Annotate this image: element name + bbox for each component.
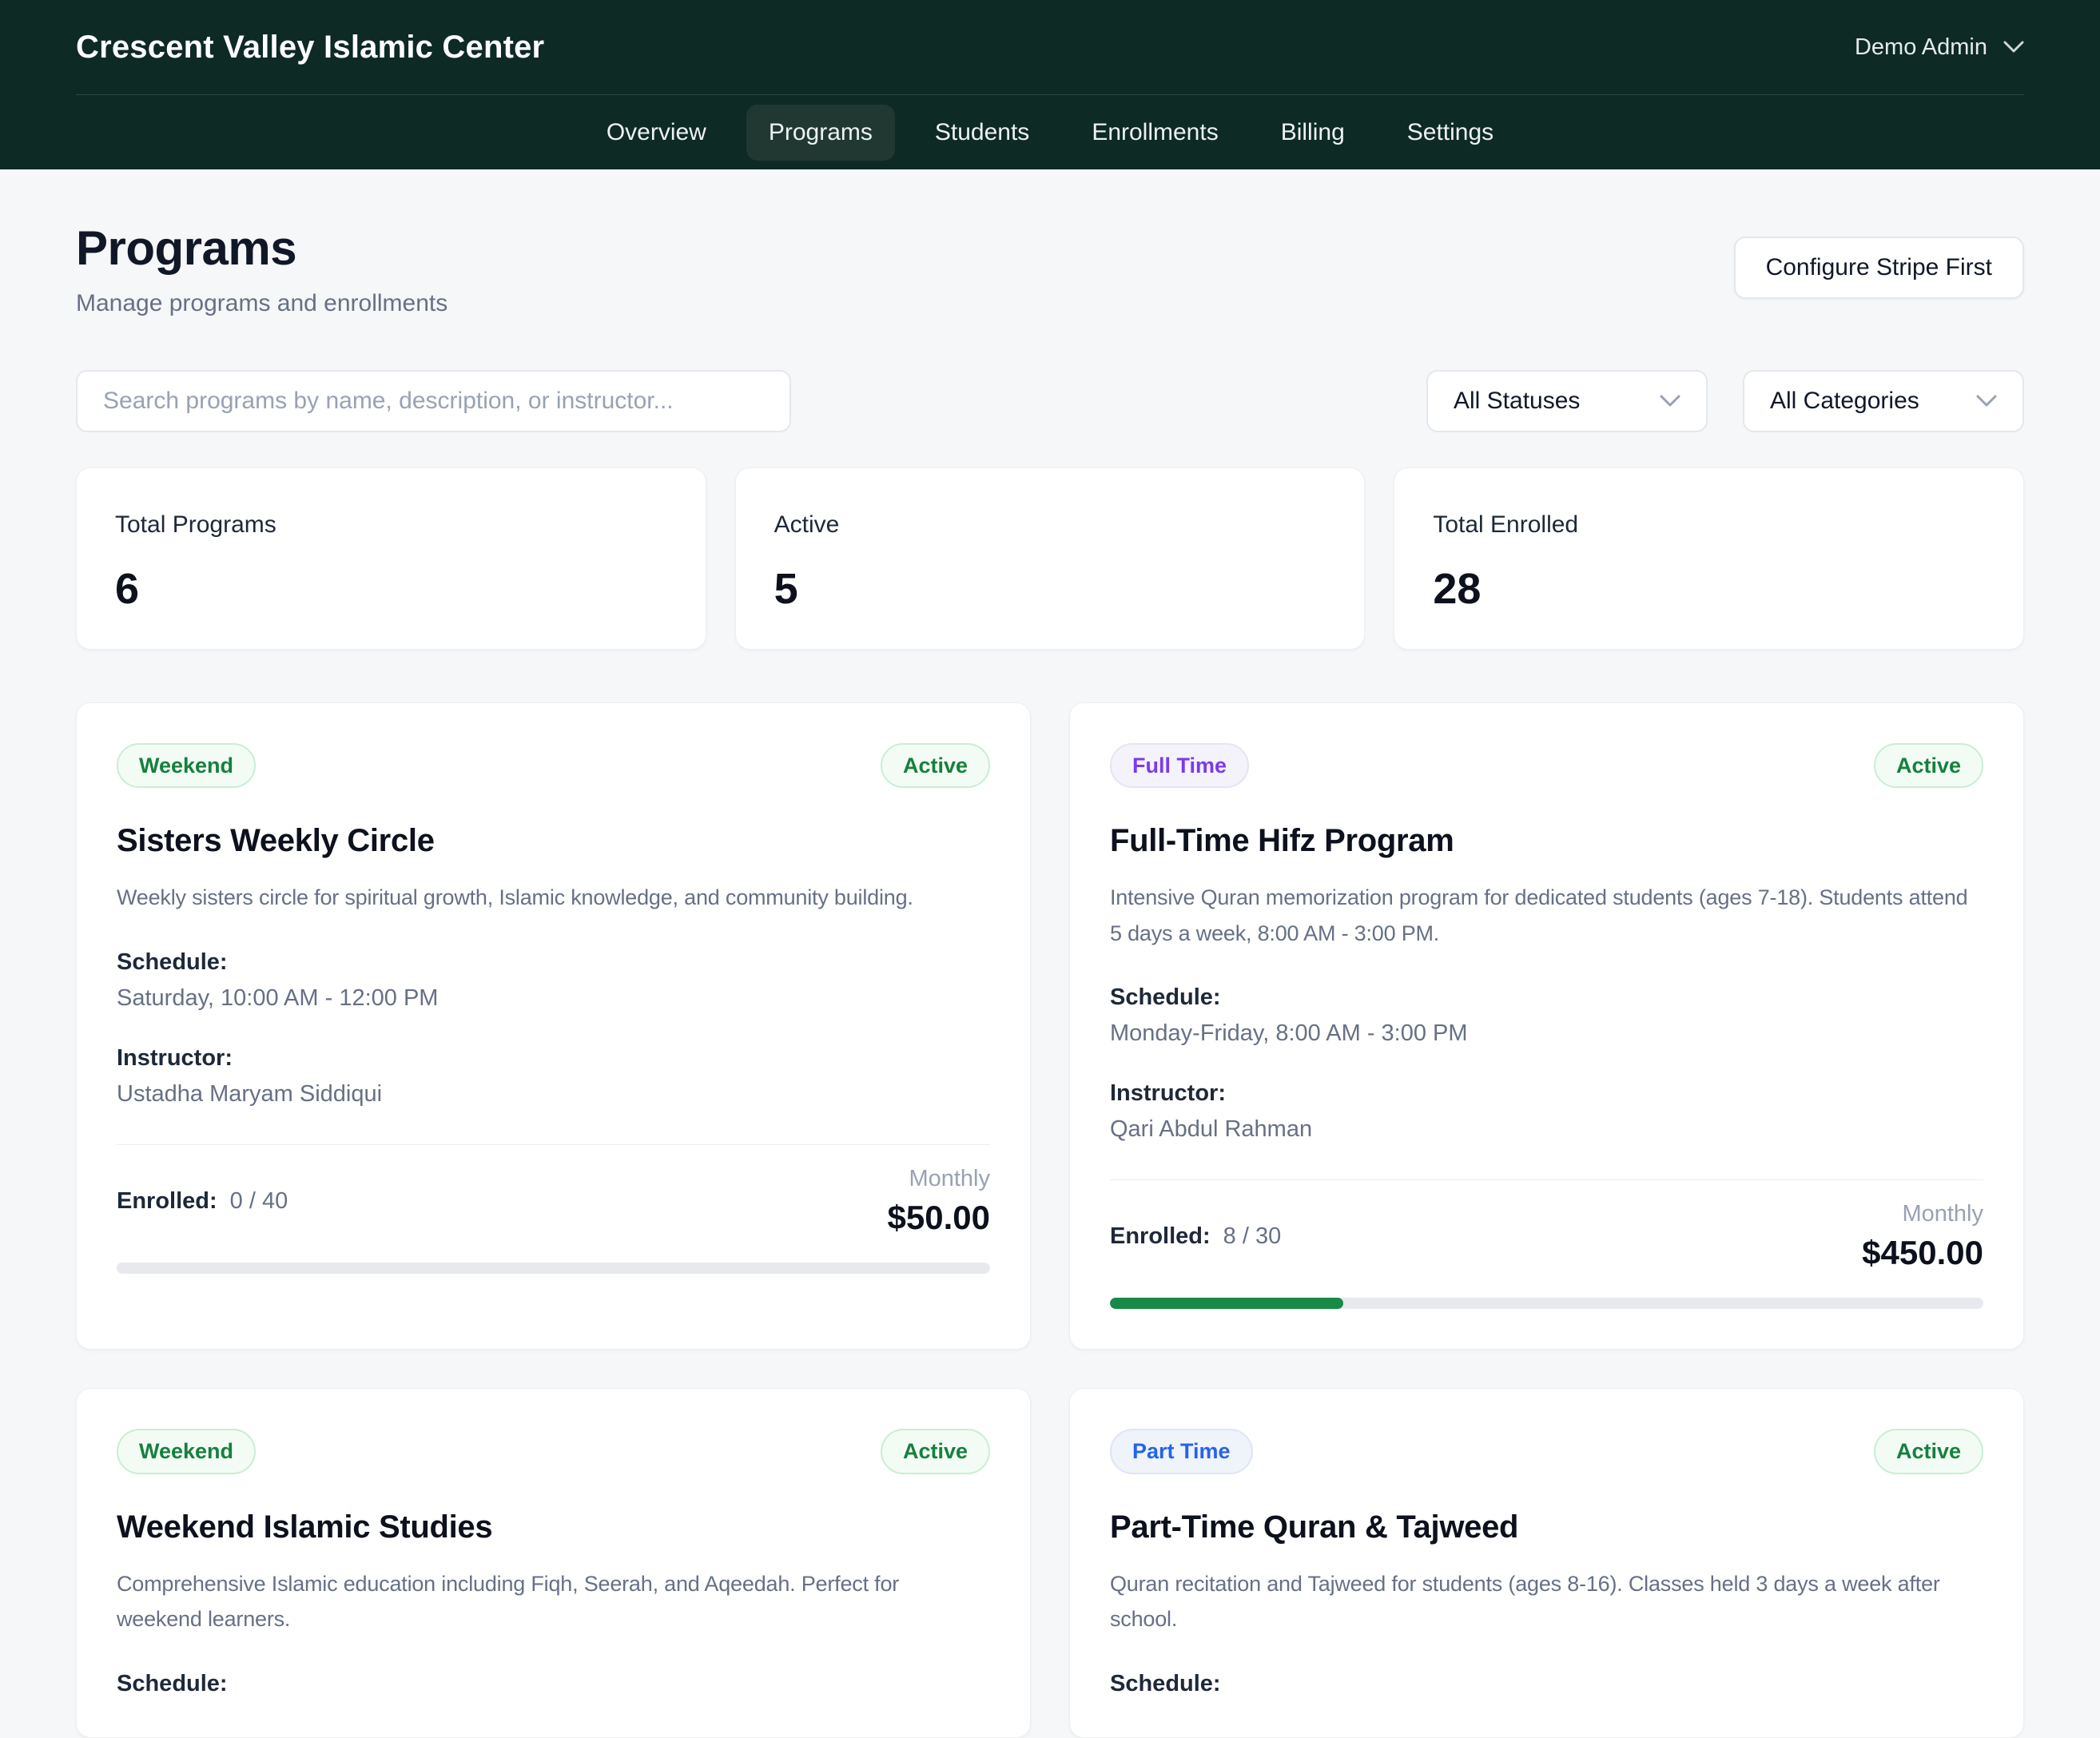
enrollment-progress-fill: [1110, 1298, 1343, 1309]
card-divider: [117, 1144, 990, 1145]
user-menu-label: Demo Admin: [1855, 34, 1987, 61]
price: $450.00: [1862, 1234, 1983, 1272]
program-card: Part Time Active Part-Time Quran & Tajwe…: [1069, 1388, 2024, 1737]
header-top-row: Crescent Valley Islamic Center Demo Admi…: [76, 0, 2024, 94]
category-badge: Weekend: [117, 743, 256, 788]
stat-label: Total Enrolled: [1433, 511, 1985, 539]
status-filter-value: All Statuses: [1454, 388, 1580, 415]
nav-tab-billing[interactable]: Billing: [1259, 105, 1367, 161]
program-card: Weekend Active Weekend Islamic Studies C…: [76, 1388, 1031, 1737]
stat-label: Active: [774, 511, 1326, 539]
programs-grid: Weekend Active Sisters Weekly Circle Wee…: [76, 702, 2024, 1738]
schedule-value: Saturday, 10:00 AM - 12:00 PM: [117, 985, 990, 1012]
nav-tab-students[interactable]: Students: [913, 105, 1052, 161]
page-subtitle: Manage programs and enrollments: [76, 290, 447, 317]
category-badge: Weekend: [117, 1429, 256, 1474]
nav-tab-enrollments[interactable]: Enrollments: [1069, 105, 1240, 161]
status-filter-select[interactable]: All Statuses: [1426, 370, 1708, 432]
stat-label: Total Programs: [115, 511, 667, 539]
program-card: Full Time Active Full-Time Hifz Program …: [1069, 702, 2024, 1350]
enrolled-info: Enrolled: 0 / 40: [117, 1188, 288, 1215]
page-title: Programs: [76, 221, 447, 276]
program-description: Quran recitation and Tajweed for student…: [1110, 1566, 1983, 1637]
status-badge: Active: [881, 743, 990, 788]
stat-card-active: Active 5: [735, 467, 1366, 650]
program-title: Full-Time Hifz Program: [1110, 823, 1983, 859]
price: $50.00: [888, 1199, 990, 1237]
instructor-label: Instructor:: [117, 1045, 990, 1072]
badge-row: Part Time Active: [1110, 1429, 1983, 1474]
billing-period: Monthly: [1862, 1201, 1983, 1227]
chevron-down-icon: [2003, 41, 2024, 54]
enrollment-progress-bar: [117, 1263, 990, 1274]
filters-row: All Statuses All Categories: [76, 370, 2024, 432]
program-title: Weekend Islamic Studies: [117, 1509, 990, 1545]
user-menu[interactable]: Demo Admin: [1855, 34, 2024, 61]
enrolled-label: Enrolled:: [117, 1188, 217, 1215]
instructor-value: Qari Abdul Rahman: [1110, 1116, 1983, 1143]
schedule-label: Schedule:: [117, 949, 990, 976]
app-header: Crescent Valley Islamic Center Demo Admi…: [0, 0, 2100, 169]
page-head-text: Programs Manage programs and enrollments: [76, 221, 447, 317]
chevron-down-icon: [1976, 395, 1997, 408]
category-filter-value: All Categories: [1770, 388, 1919, 415]
program-title: Part-Time Quran & Tajweed: [1110, 1509, 1983, 1545]
category-badge: Full Time: [1110, 743, 1249, 788]
schedule-label: Schedule:: [1110, 1671, 1983, 1697]
enrolled-label: Enrolled:: [1110, 1223, 1211, 1250]
program-description: Weekly sisters circle for spiritual grow…: [117, 880, 990, 916]
card-footer: Enrolled: 0 / 40 Monthly $50.00: [117, 1166, 990, 1237]
enrolled-value: 8 / 30: [1223, 1223, 1282, 1250]
filter-dropdowns: All Statuses All Categories: [1426, 370, 2024, 432]
status-badge: Active: [881, 1429, 990, 1474]
stat-value: 6: [115, 564, 667, 614]
nav-tab-programs[interactable]: Programs: [746, 105, 895, 161]
configure-stripe-button[interactable]: Configure Stripe First: [1734, 237, 2024, 299]
stat-card-total-programs: Total Programs 6: [76, 467, 706, 650]
card-footer: Enrolled: 8 / 30 Monthly $450.00: [1110, 1201, 1983, 1272]
schedule-label: Schedule:: [1110, 984, 1983, 1011]
program-description: Comprehensive Islamic education includin…: [117, 1566, 990, 1637]
stat-card-total-enrolled: Total Enrolled 28: [1394, 467, 2024, 650]
enrolled-info: Enrolled: 8 / 30: [1110, 1223, 1281, 1250]
search-input[interactable]: [76, 370, 791, 432]
category-filter-select[interactable]: All Categories: [1743, 370, 2024, 432]
stats-row: Total Programs 6 Active 5 Total Enrolled…: [76, 467, 2024, 650]
status-badge: Active: [1874, 743, 1983, 788]
instructor-label: Instructor:: [1110, 1080, 1983, 1107]
program-title: Sisters Weekly Circle: [117, 823, 990, 859]
billing-info: Monthly $50.00: [888, 1166, 990, 1237]
stat-value: 5: [774, 564, 1326, 614]
enrolled-value: 0 / 40: [230, 1188, 288, 1215]
nav-tab-overview[interactable]: Overview: [584, 105, 729, 161]
program-card: Weekend Active Sisters Weekly Circle Wee…: [76, 702, 1031, 1350]
schedule-label: Schedule:: [117, 1671, 990, 1697]
status-badge: Active: [1874, 1429, 1983, 1474]
instructor-value: Ustadha Maryam Siddiqui: [117, 1081, 990, 1108]
badge-row: Weekend Active: [117, 743, 990, 788]
enrollment-progress-bar: [1110, 1298, 1983, 1309]
card-divider: [1110, 1179, 1983, 1180]
page-head: Programs Manage programs and enrollments…: [76, 221, 2024, 317]
chevron-down-icon: [1660, 395, 1680, 408]
main-nav: Overview Programs Students Enrollments B…: [76, 95, 2024, 169]
nav-tab-settings[interactable]: Settings: [1385, 105, 1516, 161]
main-content: Programs Manage programs and enrollments…: [0, 221, 2100, 1738]
billing-info: Monthly $450.00: [1862, 1201, 1983, 1272]
badge-row: Weekend Active: [117, 1429, 990, 1474]
schedule-value: Monday-Friday, 8:00 AM - 3:00 PM: [1110, 1020, 1983, 1047]
stat-value: 28: [1433, 564, 1985, 614]
app-title: Crescent Valley Islamic Center: [76, 30, 544, 66]
category-badge: Part Time: [1110, 1429, 1253, 1474]
program-description: Intensive Quran memorization program for…: [1110, 880, 1983, 951]
billing-period: Monthly: [888, 1166, 990, 1192]
badge-row: Full Time Active: [1110, 743, 1983, 788]
